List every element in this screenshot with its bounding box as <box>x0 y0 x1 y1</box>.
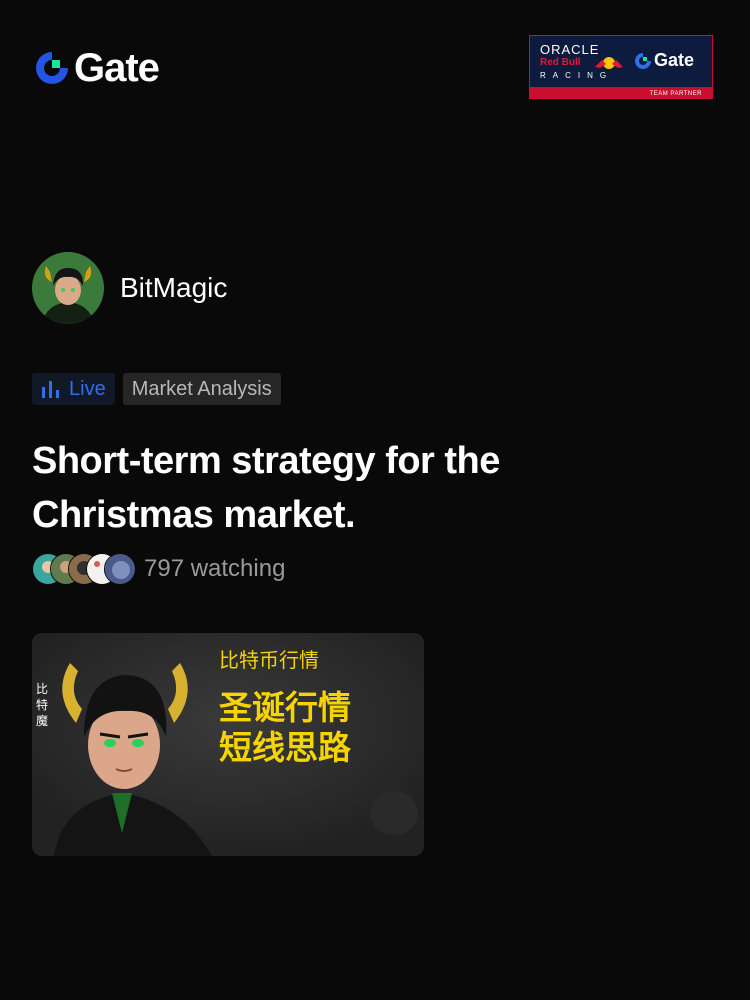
partner-redbull-text: Red Bull <box>540 57 581 68</box>
viewer-avatars <box>32 553 136 585</box>
team-partner-badge: ORACLE Red Bull RACING Gate TEAM PARTNER <box>529 35 713 99</box>
cover-side-label: 比特魔 <box>35 682 48 728</box>
category-label: Market Analysis <box>131 377 272 400</box>
gate-logo-icon <box>36 52 68 84</box>
gate-mini-icon <box>635 52 651 69</box>
gate-logo-text: Gate <box>74 46 160 90</box>
cover-headline-line2: 短线思路 <box>219 728 351 767</box>
streamer-info[interactable]: BitMagic <box>32 252 227 324</box>
red-bull-logo-icon <box>595 57 623 69</box>
partner-racing-text: RACING <box>540 71 614 80</box>
live-stream-page: Gate ORACLE Red Bull RACING Gate TEAM PA… <box>0 0 750 1000</box>
stream-title: Short-term strategy for the Christmas ma… <box>32 440 500 536</box>
bar-chart-icon <box>42 381 59 398</box>
cover-subtitle: 比特币行情 <box>219 648 319 672</box>
cover-headline-line1: 圣诞行情 <box>219 688 351 727</box>
partner-strip-label: TEAM PARTNER <box>649 91 702 97</box>
partner-gate-text: Gate <box>654 50 695 70</box>
avatar[interactable] <box>32 252 104 324</box>
cover-headline: 圣诞行情 短线思路 <box>219 688 351 768</box>
streamer-name[interactable]: BitMagic <box>120 272 227 304</box>
live-badge: Live <box>32 373 115 405</box>
tag-row: Live Market Analysis <box>32 373 281 405</box>
partner-oracle-text: ORACLE <box>540 42 600 57</box>
category-tag[interactable]: Market Analysis <box>122 373 281 405</box>
watching-count: 797 watching <box>144 555 286 582</box>
watcher-row: 797 watching <box>32 553 285 585</box>
live-label: Live <box>69 377 106 400</box>
gate-logo[interactable]: Gate <box>34 46 160 90</box>
viewer-avatar <box>104 553 136 585</box>
avatar-image <box>32 252 104 324</box>
stream-cover[interactable]: 比特魔 比特币行情 圣诞行情 短线思路 <box>32 633 424 856</box>
partner-gate-logo: Gate <box>634 50 694 71</box>
